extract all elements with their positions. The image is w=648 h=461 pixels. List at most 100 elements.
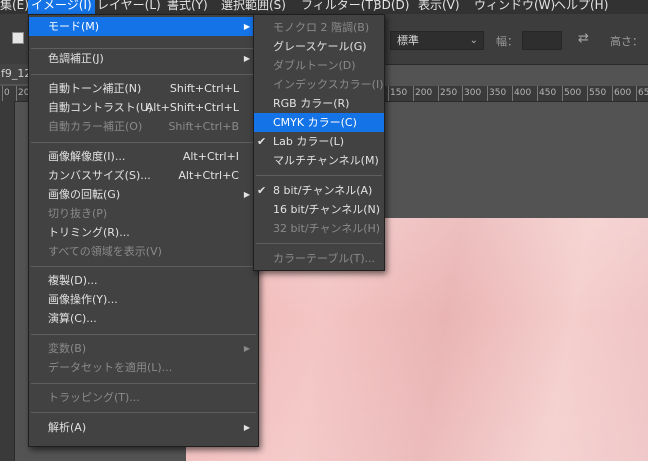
menu-item-mode[interactable]: モード(M) ▶ [29, 17, 258, 36]
menu-item-label: 32 bit/チャンネル(H) [273, 222, 381, 235]
mode-item-lab-color[interactable]: ✔ Lab カラー(L) [254, 132, 384, 151]
mode-item-8bit[interactable]: ✔ 8 bit/チャンネル(A) [254, 181, 384, 200]
menu-item-label: 変数(B) [48, 342, 87, 355]
swap-icon[interactable]: ⇄ [578, 31, 589, 46]
ruler-tick: 250 [437, 86, 458, 101]
ruler-tick: 600 [611, 86, 632, 101]
menubar-view[interactable]: 表示(V) [415, 0, 463, 14]
menu-item-label: 複製(D)... [48, 274, 98, 287]
menu-item-label: 色調補正(J) [48, 52, 104, 65]
menu-item-auto-color: 自動カラー補正(O) Shift+Ctrl+B [29, 117, 258, 136]
menubar-window[interactable]: ウィンドウ(W) [471, 0, 558, 14]
menu-item-calculations[interactable]: 演算(C)... [29, 309, 258, 328]
mode-submenu: モノクロ 2 階調(B) グレースケール(G) ダブルトーン(D) インデックス… [253, 14, 385, 271]
mode-item-rgb-color[interactable]: RGB カラー(R) [254, 94, 384, 113]
menu-item-label: Lab カラー(L) [273, 135, 345, 148]
menubar-layer[interactable]: レイヤー(L) [94, 0, 164, 14]
menu-item-label: 画像操作(Y)... [48, 293, 118, 306]
menubar-filter[interactable]: フィルター(T) [298, 0, 380, 14]
menu-separator [31, 383, 256, 384]
ruler-tick: 400 [511, 86, 532, 101]
menu-separator [31, 142, 256, 143]
menu-item-adjustments[interactable]: 色調補正(J) ▶ [29, 49, 258, 68]
submenu-arrow-icon: ▶ [243, 54, 250, 63]
menu-item-label: カンバスサイズ(S)... [48, 169, 151, 182]
menu-item-shortcut: Alt+Ctrl+C [178, 169, 239, 182]
ruler-tick: 200 [412, 86, 433, 101]
menu-item-label: 16 bit/チャンネル(N) [273, 203, 381, 216]
mode-item-duotone: ダブルトーン(D) [254, 56, 384, 75]
menu-item-label: モノクロ 2 階調(B) [273, 21, 370, 34]
menu-item-duplicate[interactable]: 複製(D)... [29, 271, 258, 290]
menu-item-shortcut: Shift+Ctrl+B [168, 120, 239, 133]
menu-item-label: 切り抜き(P) [48, 207, 108, 220]
menu-item-label: 画像の回転(G) [48, 188, 121, 201]
menu-bar: 集(E) イメージ(I) レイヤー(L) 書式(Y) 選択範囲(S) フィルター… [0, 0, 648, 14]
menu-separator [31, 266, 256, 267]
ruler-tick: 500 [561, 86, 582, 101]
menu-item-label: RGB カラー(R) [273, 97, 350, 110]
menu-item-label: ダブルトーン(D) [273, 59, 356, 72]
menubar-type[interactable]: 書式(Y) [164, 0, 211, 14]
check-icon: ✔ [257, 184, 267, 197]
mode-item-multichannel[interactable]: マルチチャンネル(M) [254, 151, 384, 170]
height-label: 高さ： [610, 35, 643, 48]
width-input[interactable] [522, 31, 562, 50]
mode-item-bitmap: モノクロ 2 階調(B) [254, 18, 384, 37]
menu-item-shortcut: Alt+Shift+Ctrl+L [145, 101, 239, 114]
menu-separator [31, 74, 256, 75]
mode-item-indexed-color: インデックスカラー(I) [254, 75, 384, 94]
menu-item-label: 自動カラー補正(O) [48, 120, 143, 133]
menubar-select[interactable]: 選択範囲(S) [218, 0, 289, 14]
menu-item-image-rotation[interactable]: 画像の回転(G) ▶ [29, 185, 258, 204]
mode-item-16bit[interactable]: 16 bit/チャンネル(N) [254, 200, 384, 219]
menu-item-reveal-all: すべての領域を表示(V) [29, 242, 258, 261]
menu-separator [256, 243, 382, 244]
menubar-help[interactable]: ヘルプ(H) [551, 0, 611, 14]
style-dropdown-value: 標準 [397, 34, 419, 47]
selection-square-icon[interactable] [12, 32, 24, 44]
menu-item-label: マルチチャンネル(M) [273, 154, 379, 167]
submenu-arrow-icon: ▶ [243, 190, 250, 199]
menu-item-trim[interactable]: トリミング(R)... [29, 223, 258, 242]
menu-separator [31, 412, 256, 413]
ruler-tick: 0 [2, 86, 10, 101]
menu-item-image-size[interactable]: 画像解像度(I)... Alt+Ctrl+I [29, 147, 258, 166]
menu-item-label: 自動トーン補正(N) [48, 82, 142, 95]
image-menu: モード(M) ▶ 色調補正(J) ▶ 自動トーン補正(N) Shift+Ctrl… [28, 14, 259, 447]
menu-item-apply-data-set: データセットを適用(L)... [29, 358, 258, 377]
menu-item-label: モード(M) [48, 20, 100, 33]
chevron-down-icon: ⌄ [469, 35, 478, 46]
menu-item-label: データセットを適用(L)... [48, 361, 173, 374]
menu-item-variables: 変数(B) ▶ [29, 339, 258, 358]
menu-item-label: 画像解像度(I)... [48, 150, 126, 163]
mode-item-cmyk-color[interactable]: CMYK カラー(C) [254, 113, 384, 132]
menu-item-label: グレースケール(G) [273, 40, 367, 53]
style-dropdown[interactable]: 標準 ⌄ [390, 31, 484, 50]
ruler-tick: 150 [387, 86, 408, 101]
menu-separator [256, 175, 382, 176]
menu-item-trap: トラッピング(T)... [29, 388, 258, 407]
menu-item-apply-image[interactable]: 画像操作(Y)... [29, 290, 258, 309]
menu-item-auto-tone[interactable]: 自動トーン補正(N) Shift+Ctrl+L [29, 79, 258, 98]
menu-item-analysis[interactable]: 解析(A) ▶ [29, 418, 258, 437]
menu-item-shortcut: Alt+Ctrl+I [182, 150, 239, 163]
menubar-image[interactable]: イメージ(I) [28, 0, 95, 14]
menu-item-auto-contrast[interactable]: 自動コントラスト(U) Alt+Shift+Ctrl+L [29, 98, 258, 117]
vertical-ruler [0, 101, 15, 461]
menubar-3d[interactable]: 3D(D) [371, 0, 412, 14]
menu-item-label: カラーテーブル(T)... [273, 252, 376, 265]
ruler-tick: 350 [486, 86, 507, 101]
menu-separator [31, 334, 256, 335]
check-icon: ✔ [257, 135, 267, 148]
mode-item-32bit: 32 bit/チャンネル(H) [254, 219, 384, 238]
menu-item-canvas-size[interactable]: カンバスサイズ(S)... Alt+Ctrl+C [29, 166, 258, 185]
ruler-tick: 650 [635, 86, 648, 101]
width-label: 幅： [496, 35, 518, 48]
ruler-tick: 300 [461, 86, 482, 101]
menu-item-label: トリミング(R)... [48, 226, 130, 239]
menu-item-label: トラッピング(T)... [48, 391, 140, 404]
mode-item-grayscale[interactable]: グレースケール(G) [254, 37, 384, 56]
ruler-tick: 550 [586, 86, 607, 101]
mode-item-color-table: カラーテーブル(T)... [254, 249, 384, 268]
